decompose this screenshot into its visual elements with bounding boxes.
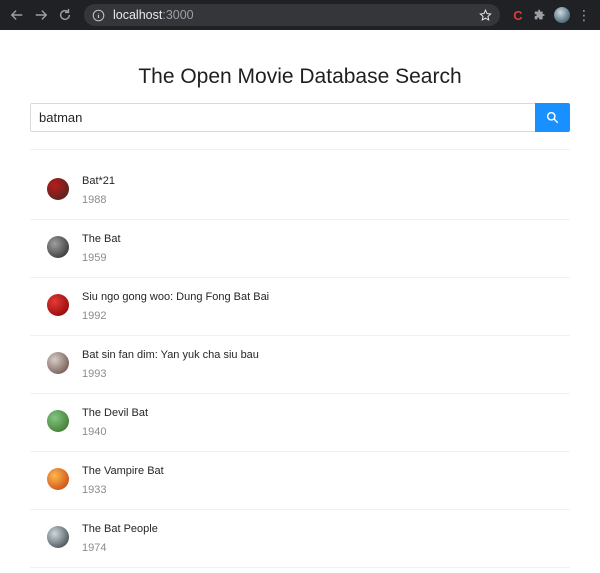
item-meta: The Vampire Bat 1933: [82, 464, 164, 497]
poster-avatar: [47, 293, 69, 316]
bookmark-star-icon[interactable]: [479, 8, 492, 22]
results-list: Bat*21 1988 The Bat 1959 Siu ngo gong woo: D…: [30, 162, 570, 568]
list-item[interactable]: The Bat People 1974: [30, 510, 570, 568]
profile-avatar-icon[interactable]: [552, 5, 572, 25]
poster-avatar: [47, 235, 69, 258]
list-item[interactable]: The Vampire Bat 1933: [30, 452, 570, 510]
movie-title: The Devil Bat: [82, 407, 149, 419]
info-icon[interactable]: [92, 9, 105, 22]
movie-year: 1933: [82, 484, 107, 496]
list-item[interactable]: The Bat 1959: [30, 220, 570, 278]
movie-year: 1988: [82, 194, 107, 206]
page-content: The Open Movie Database Search Bat*21 198…: [0, 64, 600, 568]
search-icon: [546, 111, 559, 124]
search-bar: [30, 103, 570, 132]
browser-toolbar: localhost:3000 C ⋮: [0, 0, 600, 30]
movie-title: The Bat: [82, 233, 121, 245]
item-meta: Bat sin fan dim: Yan yuk cha siu bau 1993: [82, 348, 259, 381]
page-title: The Open Movie Database Search: [138, 65, 462, 88]
list-item[interactable]: Bat*21 1988: [30, 162, 570, 220]
search-button[interactable]: [535, 103, 570, 132]
movie-title: Siu ngo gong woo: Dung Fong Bat Bai: [82, 291, 270, 303]
poster-avatar: [47, 467, 69, 490]
movie-year: 1959: [82, 252, 107, 264]
item-meta: Bat*21 1988: [82, 174, 115, 207]
extension-c-icon[interactable]: C: [508, 5, 528, 25]
movie-title: The Bat People: [82, 523, 158, 535]
movie-title: Bat*21: [82, 175, 116, 187]
extensions-puzzle-icon[interactable]: [530, 5, 550, 25]
address-bar[interactable]: localhost:3000: [84, 4, 500, 26]
movie-year: 1993: [82, 368, 107, 380]
search-input[interactable]: [30, 103, 535, 132]
url-port: :3000: [162, 8, 194, 22]
poster-avatar: [47, 351, 69, 374]
list-item[interactable]: The Devil Bat 1940: [30, 394, 570, 452]
poster-avatar: [47, 525, 69, 548]
movie-title: Bat sin fan dim: Yan yuk cha siu bau: [82, 349, 259, 361]
list-item[interactable]: Siu ngo gong woo: Dung Fong Bat Bai 1992: [30, 278, 570, 336]
back-icon[interactable]: [6, 4, 28, 26]
reload-icon[interactable]: [54, 4, 76, 26]
poster-avatar: [47, 177, 69, 200]
movie-title: The Vampire Bat: [82, 465, 164, 477]
item-meta: Siu ngo gong woo: Dung Fong Bat Bai 1992: [82, 290, 269, 323]
item-meta: The Bat People 1974: [82, 522, 158, 555]
forward-icon[interactable]: [30, 4, 52, 26]
poster-avatar: [47, 409, 69, 432]
menu-kebab-icon[interactable]: ⋮: [574, 5, 594, 25]
movie-year: 1992: [82, 310, 107, 322]
item-meta: The Bat 1959: [82, 232, 121, 265]
divider: [30, 149, 570, 150]
url-host: localhost: [113, 8, 163, 22]
item-meta: The Devil Bat 1940: [82, 406, 148, 439]
list-item[interactable]: Bat sin fan dim: Yan yuk cha siu bau 1993: [30, 336, 570, 394]
movie-year: 1974: [82, 542, 107, 554]
movie-year: 1940: [82, 426, 107, 438]
